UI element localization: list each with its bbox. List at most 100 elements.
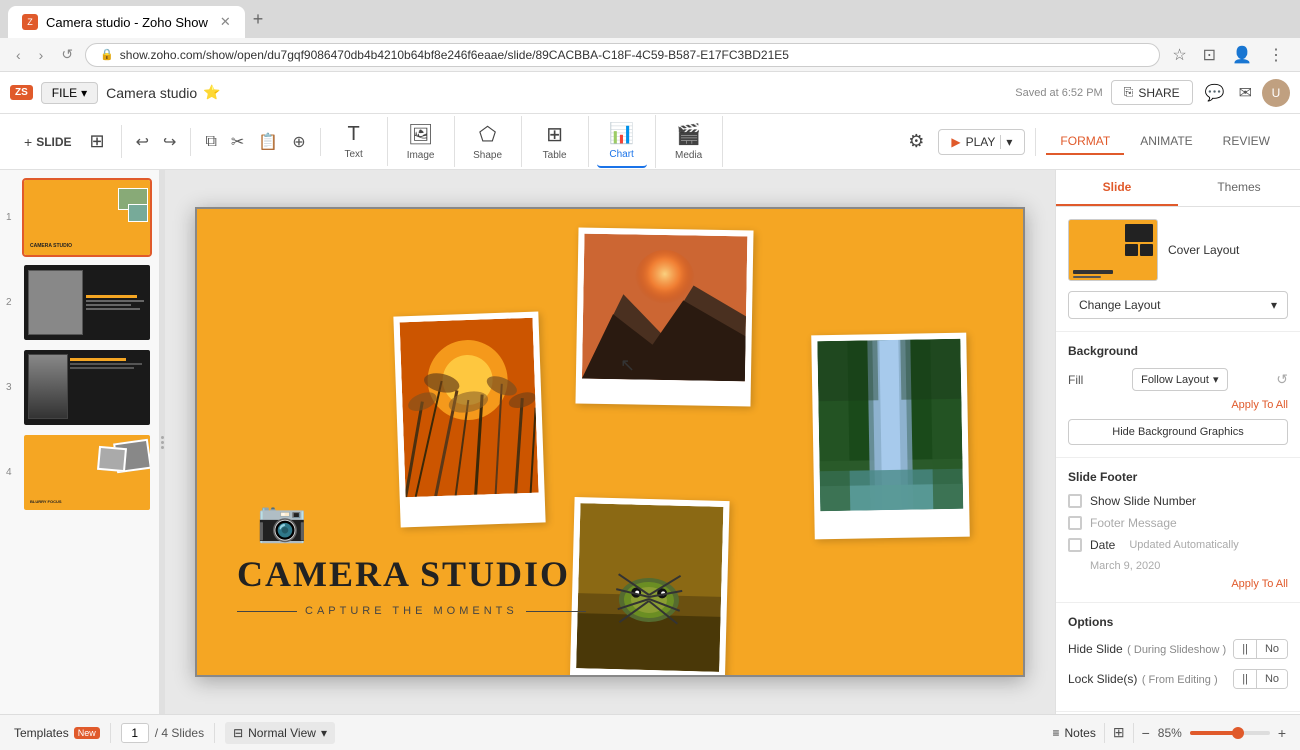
chart-tool-button[interactable]: 📊 Chart (597, 115, 647, 168)
zoom-fill (1190, 731, 1238, 735)
layout-button[interactable]: ⊞ (82, 125, 113, 158)
slide-item-3[interactable]: 3 (6, 348, 153, 427)
bookmark-icon[interactable]: ☆ (1166, 41, 1192, 69)
notes-button[interactable]: ≡ Notes (1052, 726, 1095, 740)
normal-view-label: Normal View (248, 726, 316, 740)
layout-sub-line (1073, 276, 1101, 278)
panel-tabs: Slide Themes (1056, 170, 1300, 207)
file-menu-button[interactable]: FILE ▾ (41, 82, 98, 104)
show-slide-number-label: Show Slide Number (1090, 494, 1196, 508)
photo-3 (576, 503, 723, 672)
hide-slide-info: Hide Slide ( During Slideshow ) (1068, 640, 1226, 658)
add-slide-button[interactable]: + SLIDE (16, 128, 80, 156)
forward-button[interactable]: › (33, 43, 50, 67)
copy-button[interactable]: ⧉ (199, 129, 222, 155)
zoom-slider[interactable] (1190, 731, 1270, 735)
slide-item-4[interactable]: 4 BLURRY FOCUS (6, 433, 153, 512)
lock-slide-info: Lock Slide(s) ( From Editing ) (1068, 670, 1218, 688)
new-tab-button[interactable]: + (245, 1, 272, 38)
slide-canvas[interactable]: 📷 CAMERA STUDIO CAPTURE THE MOMENTS (195, 207, 1025, 677)
zoom-out-button[interactable]: − (1142, 725, 1150, 741)
zoom-in-button[interactable]: + (1278, 725, 1286, 741)
lock-slide-toggle-ii[interactable]: || (1234, 670, 1257, 688)
redo-button[interactable]: ↪ (157, 128, 182, 156)
slide-number-input[interactable] (121, 723, 149, 743)
photo-1 (582, 234, 748, 382)
lock-slide-toggle-no[interactable]: No (1257, 670, 1287, 688)
more-icon[interactable]: ⋮ (1262, 41, 1290, 69)
grid-view-button[interactable]: ⊞ (1113, 724, 1125, 741)
slide-thumb-4[interactable]: BLURRY FOCUS (22, 433, 152, 512)
address-bar[interactable]: 🔒 show.zoho.com/show/open/du7gqf9086470d… (85, 43, 1160, 67)
shape-tool-button[interactable]: ⬠ Shape (463, 116, 513, 167)
separator-3 (1104, 723, 1105, 743)
media-tool-button[interactable]: 🎬 Media (664, 116, 714, 167)
comment-button[interactable]: 💬 (1201, 79, 1229, 107)
slide-number-1: 1 (6, 212, 18, 223)
refresh-button[interactable]: ↺ (55, 42, 79, 67)
apply-to-all-bottom-link[interactable]: Apply To All (1068, 578, 1288, 590)
canvas-area[interactable]: ↖ (165, 170, 1055, 714)
image-tool-button[interactable]: 🖼 Image (396, 116, 446, 167)
layout-info: Cover Layout (1168, 243, 1239, 257)
zoom-thumb[interactable] (1232, 727, 1244, 739)
layout-name: Cover Layout (1168, 243, 1239, 257)
photo-frame-4 (811, 333, 970, 540)
lock-slide-toggle: || No (1233, 669, 1288, 689)
slide-tab[interactable]: Slide (1056, 170, 1178, 206)
footer-message-checkbox[interactable] (1068, 516, 1082, 530)
animate-tab[interactable]: ANIMATE (1126, 129, 1206, 155)
fill-dropdown[interactable]: Follow Layout ▾ (1132, 368, 1227, 391)
text-tool-button[interactable]: T Text (329, 117, 379, 166)
clipboard-section: ⧉ ✂ 📋 ⊕ (199, 128, 320, 156)
refresh-color-icon[interactable]: ↺ (1276, 371, 1288, 388)
right-panel: Slide Themes Cover La (1055, 170, 1300, 714)
themes-tab[interactable]: Themes (1178, 170, 1300, 206)
browser-nav: ‹ › ↺ 🔒 show.zoho.com/show/open/du7gqf90… (0, 38, 1300, 72)
show-slide-number-checkbox[interactable] (1068, 494, 1082, 508)
review-tab[interactable]: REVIEW (1209, 129, 1284, 155)
slide-item-2[interactable]: 2 (6, 263, 153, 342)
normal-view-button[interactable]: ⊟ Normal View ▾ (225, 722, 335, 744)
tab-close-icon[interactable]: ✕ (220, 14, 231, 30)
table-tool-button[interactable]: ⊞ Table (530, 116, 580, 167)
apply-to-all-link[interactable]: Apply To All (1068, 399, 1288, 411)
options-section: Options Hide Slide ( During Slideshow ) … (1056, 603, 1300, 712)
hide-slide-toggle-no[interactable]: No (1257, 640, 1287, 658)
format-tab[interactable]: FORMAT (1046, 129, 1124, 155)
hide-slide-row: Hide Slide ( During Slideshow ) || No (1068, 639, 1288, 659)
paste-button[interactable]: 📋 (252, 128, 284, 156)
format-tabs: FORMAT ANIMATE REVIEW (1046, 129, 1284, 155)
slide-thumb-3[interactable] (22, 348, 152, 427)
slide-subtitle: CAPTURE THE MOMENTS (237, 605, 586, 617)
doc-star-icon[interactable]: ⭐ (203, 84, 220, 101)
undo-button[interactable]: ↩ (130, 128, 155, 156)
slide-thumb-1[interactable]: CAMERA STUDIO (22, 178, 152, 257)
profile-icon[interactable]: 👤 (1226, 41, 1258, 69)
hide-background-button[interactable]: Hide Background Graphics (1068, 419, 1288, 445)
clone-button[interactable]: ⊕ (286, 128, 311, 156)
browser-tabs: Z Camera studio - Zoho Show ✕ + (0, 0, 1300, 38)
templates-button[interactable]: Templates New (14, 726, 100, 740)
date-checkbox[interactable] (1068, 538, 1082, 552)
slide-thumb-2[interactable] (22, 263, 152, 342)
layout-preview-thumbnail (1068, 219, 1158, 281)
change-layout-button[interactable]: Change Layout ▾ (1068, 291, 1288, 319)
separator-4 (1133, 723, 1134, 743)
slide-footer-section: Slide Footer Show Slide Number Footer Me… (1056, 458, 1300, 603)
back-button[interactable]: ‹ (10, 43, 27, 67)
lock-slide-sub: ( From Editing ) (1142, 674, 1218, 686)
change-layout-chevron: ▾ (1271, 298, 1277, 312)
tab-title: Camera studio - Zoho Show (46, 15, 208, 30)
accessibility-button[interactable]: ⚙ (900, 125, 932, 158)
play-button[interactable]: ▶ PLAY ▾ (938, 129, 1025, 155)
hide-slide-toggle-ii[interactable]: || (1234, 640, 1257, 658)
send-button[interactable]: ✉ (1235, 79, 1256, 107)
templates-label: Templates (14, 726, 69, 740)
share-button[interactable]: ⎘ SHARE (1111, 80, 1193, 105)
slide-item-1[interactable]: 1 CAMERA STUDIO (6, 178, 153, 257)
screen-icon[interactable]: ⊡ (1197, 41, 1222, 69)
user-avatar[interactable]: U (1262, 79, 1290, 107)
browser-tab[interactable]: Z Camera studio - Zoho Show ✕ (8, 6, 245, 38)
cut-button[interactable]: ✂ (225, 128, 250, 156)
